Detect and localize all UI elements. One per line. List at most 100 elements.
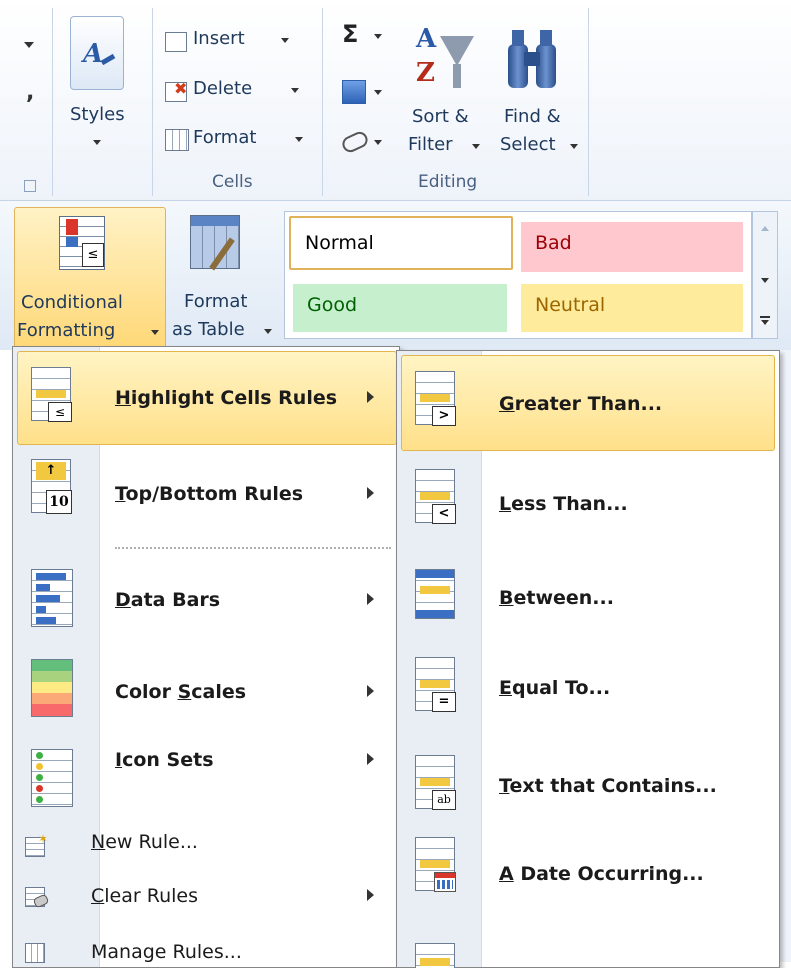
submenu-arrow-icon — [367, 685, 374, 697]
new-rule-icon: ✶ — [25, 832, 48, 857]
scroll-up-icon[interactable] — [761, 226, 769, 231]
format-cells-icon — [165, 129, 189, 151]
format-label: Format — [193, 127, 257, 148]
dropdown-arrow-icon — [151, 330, 159, 335]
menu-item-data-bars[interactable]: Data Bars — [115, 589, 220, 611]
submenu-item-label: Greater Than... — [499, 393, 663, 415]
less-than-icon: < — [415, 469, 456, 524]
between-icon — [415, 569, 455, 619]
dialog-launcher-icon[interactable] — [24, 180, 36, 192]
dropdown-arrow-icon[interactable] — [24, 42, 34, 48]
text-contains-icon: ab — [415, 755, 456, 810]
submenu-item-equal-to[interactable]: Equal To... — [499, 677, 610, 699]
fill-down-icon — [342, 80, 366, 104]
cell-style-good[interactable]: Good — [293, 284, 507, 332]
group-separator — [322, 8, 323, 196]
clear-rules-icon — [25, 887, 50, 909]
dropdown-arrow-icon — [93, 140, 101, 145]
highlight-cells-rules-icon: ≤ — [31, 367, 72, 422]
delete-label: Delete — [193, 78, 253, 99]
conditional-formatting-icon: ≤ — [59, 216, 105, 270]
group-separator — [52, 8, 53, 196]
clear-button[interactable] — [338, 128, 390, 158]
fill-button[interactable] — [338, 78, 390, 108]
data-bars-icon — [31, 569, 73, 627]
binoculars-icon — [508, 30, 560, 90]
sort-label-2: Filter — [408, 134, 453, 155]
cell-style-normal-label: Normal — [305, 232, 374, 254]
cells-group-label: Cells — [212, 172, 253, 192]
conditional-formatting-line2: Formatting — [17, 320, 116, 341]
menu-item-color-scales[interactable]: Color Scales — [115, 681, 246, 703]
find-select-button[interactable]: Find & Select — [494, 20, 584, 170]
insert-button[interactable]: Insert — [165, 28, 325, 56]
autosum-icon: Σ — [342, 20, 359, 48]
cell-style-bad[interactable]: Bad — [521, 222, 743, 272]
cell-style-normal[interactable]: Normal — [289, 216, 513, 270]
manage-rules-icon — [25, 943, 45, 963]
cell-style-good-label: Good — [307, 294, 358, 316]
dropdown-arrow-icon — [295, 137, 303, 142]
gallery-scrollbar[interactable] — [752, 211, 778, 339]
menu-separator — [115, 547, 391, 549]
sort-filter-icon: A Z — [414, 24, 474, 100]
color-scales-icon — [31, 659, 73, 717]
delete-cells-icon: ✖ — [165, 79, 187, 102]
gallery-more-icon[interactable] — [760, 316, 770, 318]
find-label-1: Find & — [504, 106, 561, 127]
menu-item-label: Highlight Cells Rules — [115, 387, 338, 409]
ribbon-home-tab: , A Styles Insert ✖ Delete Format Cells … — [0, 0, 791, 200]
find-label-2: Select — [500, 134, 556, 155]
styles-label: Styles — [70, 104, 125, 125]
sort-filter-button[interactable]: A Z Sort & Filter — [404, 20, 488, 170]
dropdown-arrow-icon — [374, 90, 382, 95]
scroll-down-icon[interactable] — [761, 278, 769, 283]
icon-sets-icon — [31, 749, 73, 807]
duplicate-values-icon — [415, 943, 455, 968]
delete-button[interactable]: ✖ Delete — [165, 78, 325, 106]
conditional-formatting-button[interactable]: ≤ Conditional Formatting — [14, 207, 166, 349]
submenu-item-text-contains[interactable]: Text that Contains... — [499, 775, 717, 797]
menu-item-new-rule[interactable]: New Rule... — [91, 831, 198, 853]
insert-cells-icon — [165, 32, 187, 52]
submenu-arrow-icon — [367, 889, 374, 901]
insert-label: Insert — [193, 28, 245, 49]
dropdown-arrow-icon — [291, 88, 299, 93]
date-occurring-icon — [415, 837, 456, 892]
submenu-arrow-icon — [367, 391, 374, 403]
styles-gallery-area: ≤ Conditional Formatting Format as Table… — [0, 200, 791, 351]
dropdown-arrow-icon — [281, 38, 289, 43]
format-button[interactable]: Format — [165, 127, 325, 155]
group-separator — [588, 8, 589, 196]
cell-style-neutral[interactable]: Neutral — [521, 284, 743, 332]
menu-item-icon-sets[interactable]: Icon Sets — [115, 749, 214, 771]
editing-group-label: Editing — [418, 172, 478, 192]
autosum-button[interactable]: Σ — [338, 20, 390, 54]
submenu-item-between[interactable]: Between... — [499, 587, 614, 609]
menu-item-manage-rules[interactable]: Manage Rules... — [91, 941, 242, 963]
submenu-item-less-than[interactable]: Less Than... — [499, 493, 628, 515]
top-bottom-rules-icon: ↑ 10 — [31, 459, 72, 514]
dropdown-arrow-icon — [472, 144, 480, 149]
format-as-table-button[interactable]: Format as Table — [168, 207, 278, 347]
group-separator — [152, 8, 153, 196]
format-as-table-line1: Format — [184, 291, 248, 312]
highlight-cells-rules-submenu: > Greater Than... < Less Than... Between… — [396, 350, 780, 968]
sort-label-1: Sort & — [412, 106, 469, 127]
equal-to-icon: = — [415, 657, 456, 712]
comma-style-icon[interactable]: , — [26, 80, 34, 105]
dropdown-arrow-icon — [570, 144, 578, 149]
cell-style-neutral-label: Neutral — [535, 294, 606, 316]
menu-item-clear-rules[interactable]: Clear Rules — [91, 885, 198, 907]
menu-item-top-bottom-rules[interactable]: Top/Bottom Rules — [115, 483, 303, 505]
conditional-formatting-menu: ≤ Highlight Cells Rules ↑ 10 Top/Bottom … — [12, 346, 400, 968]
dropdown-arrow-icon — [374, 34, 382, 39]
styles-icon: A — [70, 16, 124, 90]
cell-style-bad-label: Bad — [535, 232, 572, 254]
dropdown-arrow-icon — [264, 329, 272, 334]
cell-styles-gallery: Normal Bad Good Neutral — [284, 211, 752, 339]
styles-button[interactable]: A Styles — [64, 12, 142, 172]
conditional-formatting-line1: Conditional — [21, 292, 123, 313]
submenu-arrow-icon — [367, 487, 374, 499]
submenu-item-date-occurring[interactable]: A Date Occurring... — [499, 863, 704, 885]
